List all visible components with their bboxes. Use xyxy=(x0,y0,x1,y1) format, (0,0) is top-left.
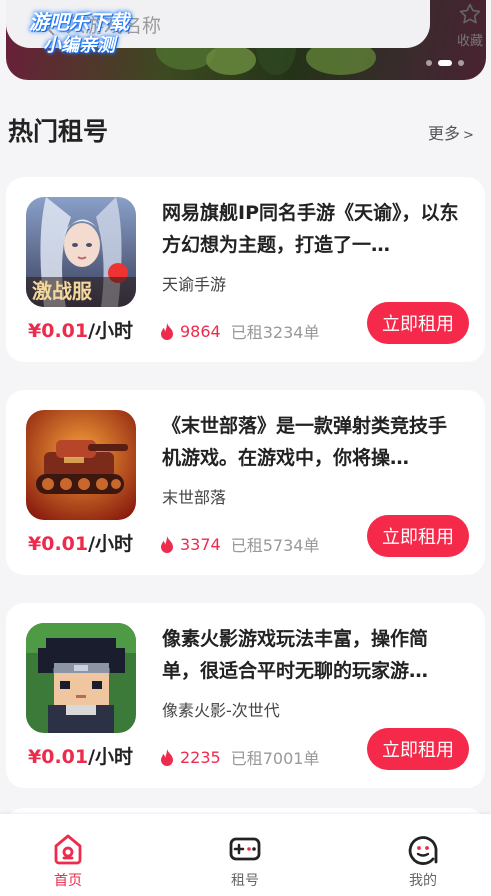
price: ¥0.01/小时 xyxy=(28,742,133,769)
nav-label-home: 首页 xyxy=(54,873,82,889)
game-card[interactable]: 激战服 网易旗舰IP同名手游《天谕》，以东方幻想为主题，打造了一… 天谕手游 ¥… xyxy=(6,177,485,362)
star-icon xyxy=(459,3,481,24)
watermark: 游吧乐下载 小编亲测 xyxy=(14,10,144,58)
nav-home[interactable]: 首页 xyxy=(38,832,98,890)
more-link[interactable]: 更多 > xyxy=(428,120,474,144)
flame-icon xyxy=(161,748,173,766)
rented-count: 已租3234单 xyxy=(230,323,320,342)
rented-count: 已租5734单 xyxy=(230,536,320,555)
game-name: 像素火影-次世代 xyxy=(162,701,280,720)
price-value: ¥0.01 xyxy=(28,533,89,555)
game-name: 末世部落 xyxy=(162,488,227,507)
heat-count: 2235 xyxy=(180,747,221,767)
game-description: 网易旗舰IP同名手游《天谕》，以东方幻想为主题，打造了一… xyxy=(162,202,459,256)
banner-dot xyxy=(426,60,432,66)
nav-rent[interactable]: 租号 xyxy=(215,832,275,890)
heat-stats: 9864 已租3234单 xyxy=(160,319,319,343)
tianyu-game-icon: 激战服 xyxy=(26,197,136,307)
price-unit: /小时 xyxy=(88,533,134,555)
banner-pagination xyxy=(426,60,464,66)
bottom-nav: 首页 租号 我的 xyxy=(0,814,491,896)
flame-icon xyxy=(161,322,173,340)
favorite-label: 收藏 xyxy=(456,34,483,49)
game-name: 天谕手游 xyxy=(162,275,227,294)
watermark-line2: 小编亲测 xyxy=(43,35,115,56)
rented-count: 已租7001单 xyxy=(230,749,320,768)
rent-now-button[interactable]: 立即租用 xyxy=(367,302,469,344)
chevron-right-icon: > xyxy=(463,128,474,143)
game-description: 《末世部落》是一款弹射类竞技手机游戏。在游戏中，你将操… xyxy=(162,415,448,469)
svg-text:激战服: 激战服 xyxy=(32,279,93,303)
more-label: 更多 xyxy=(428,124,461,143)
heat-count: 9864 xyxy=(180,321,221,341)
nav-label-profile: 我的 xyxy=(409,873,437,889)
price: ¥0.01/小时 xyxy=(28,316,133,343)
price-unit: /小时 xyxy=(88,320,134,342)
game-card[interactable]: 像素火影游戏玩法丰富，操作简单，很适合平时无聊的玩家游… 像素火影-次世代 ¥0… xyxy=(6,603,485,788)
heat-count: 3374 xyxy=(180,534,221,554)
banner-dot xyxy=(458,60,464,66)
flame-icon xyxy=(161,535,173,553)
rent-now-button[interactable]: 立即租用 xyxy=(367,728,469,770)
nav-profile[interactable]: 我的 xyxy=(393,832,453,890)
pixel-ninja-game-icon xyxy=(26,623,136,733)
home-icon xyxy=(54,834,82,865)
rent-now-button[interactable]: 立即租用 xyxy=(367,515,469,557)
game-description: 像素火影游戏玩法丰富，操作简单，很适合平时无聊的玩家游… xyxy=(162,628,429,682)
heat-stats: 3374 已租5734单 xyxy=(160,532,319,556)
banner-dot-active xyxy=(438,60,452,66)
favorite-button[interactable]: 收藏 xyxy=(448,0,491,52)
game-card[interactable]: 《末世部落》是一款弹射类竞技手机游戏。在游戏中，你将操… 末世部落 ¥0.01/… xyxy=(6,390,485,575)
tank-game-icon xyxy=(26,410,136,520)
price: ¥0.01/小时 xyxy=(28,529,133,556)
nav-label-rent: 租号 xyxy=(231,873,259,889)
price-unit: /小时 xyxy=(88,746,134,768)
price-value: ¥0.01 xyxy=(28,746,89,768)
price-value: ¥0.01 xyxy=(28,320,89,342)
gamepad-icon xyxy=(229,837,261,861)
section-title: 热门租号 xyxy=(8,117,109,146)
watermark-line1: 游吧乐下载 xyxy=(29,10,129,34)
profile-icon xyxy=(408,836,438,865)
heat-stats: 2235 已租7001单 xyxy=(160,745,319,769)
